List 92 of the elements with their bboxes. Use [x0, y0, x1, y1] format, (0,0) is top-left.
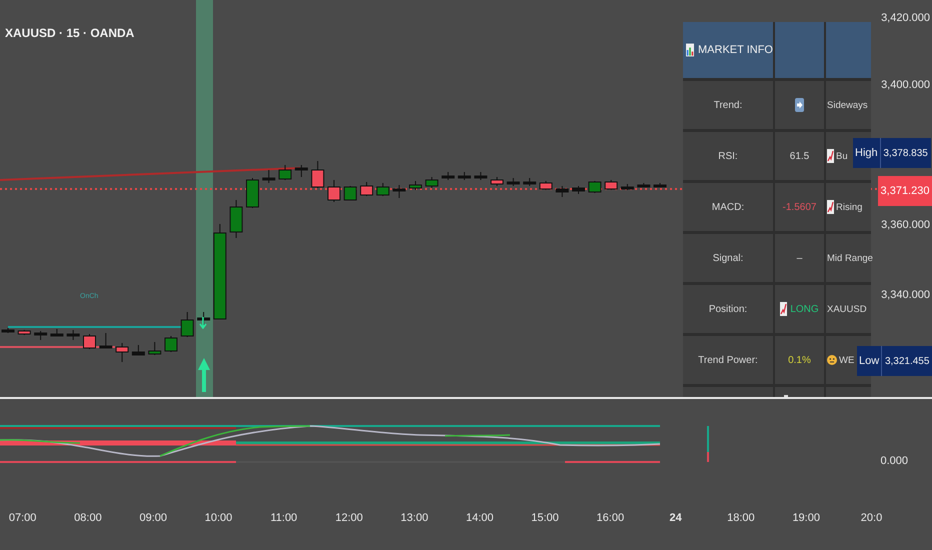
candlestick — [132, 344, 145, 356]
table-cell: 0.1% — [788, 354, 811, 366]
candlestick — [409, 180, 422, 190]
table-cell: 61.5 — [790, 150, 810, 162]
price-tick-label: 3,360.000 — [881, 219, 930, 231]
time-tick-label: 19:00 — [791, 512, 821, 524]
candlestick — [2, 328, 14, 334]
time-tick-label: 18:00 — [726, 512, 756, 524]
candlestick — [246, 178, 259, 208]
candlestick — [83, 334, 96, 350]
table-cell-background — [775, 387, 824, 397]
candlestick — [572, 186, 585, 194]
table-cell: Position: — [683, 285, 773, 333]
symbol-title: XAUUSD · 15 · OANDA — [5, 26, 134, 40]
price-tick-label: 3,400.000 — [881, 79, 930, 91]
time-tick-label: 08:00 — [73, 512, 103, 524]
candlestick — [588, 180, 602, 194]
candlestick — [278, 164, 292, 180]
down-arrow-icon — [199, 317, 207, 329]
candlestick — [604, 180, 618, 190]
table-header-cell — [775, 22, 824, 78]
candlestick — [180, 312, 194, 338]
indicator-tick-label: 0.000 — [880, 455, 908, 467]
candlestick — [328, 180, 340, 202]
table-cell: Signal: — [683, 234, 773, 282]
candlestick — [506, 178, 520, 186]
candlestick — [311, 160, 324, 188]
table-cell: XAUUSD — [827, 304, 867, 314]
candlestick — [458, 172, 471, 180]
table-cell: Trend: — [683, 81, 773, 129]
table-cell: -1.5607 — [782, 202, 816, 212]
neutral-face-icon — [827, 355, 837, 365]
candlestick — [116, 342, 129, 362]
table-cell: Trend Power: — [683, 336, 773, 384]
time-tick-label: 12:00 — [334, 512, 364, 524]
table-cell: RSI: — [683, 132, 773, 180]
table-cell: WE — [839, 354, 854, 366]
table-cell: – — [796, 252, 802, 264]
candlestick — [164, 336, 178, 352]
price-tick-label: 3,420.000 — [881, 12, 930, 24]
table-cell: MACD: — [683, 183, 773, 231]
up-arrow-icon — [198, 358, 210, 392]
candlestick — [637, 182, 650, 188]
candlestick — [425, 176, 438, 188]
low-price-label: Low — [857, 346, 882, 376]
candlestick — [490, 176, 504, 186]
chart-icon — [780, 302, 788, 316]
candlestick — [474, 172, 488, 180]
time-tick-label: 10:00 — [204, 512, 234, 524]
candlestick — [50, 328, 64, 336]
time-tick-label: 15:00 — [530, 512, 560, 524]
chart-icon — [827, 200, 834, 214]
candlestick — [539, 180, 552, 190]
candlestick — [230, 200, 243, 238]
candlestick — [620, 184, 634, 190]
chart-icon — [827, 149, 834, 163]
candlestick — [360, 182, 374, 196]
candlestick — [294, 164, 308, 178]
time-tick-label: 24 — [668, 512, 683, 524]
time-tick-label: 14:00 — [464, 512, 494, 524]
candlestick — [442, 172, 455, 180]
time-tick-label: 07:00 — [8, 512, 38, 524]
table-cell: Sideways — [827, 100, 868, 110]
candlestick — [99, 332, 112, 348]
time-tick-label: 09:00 — [138, 512, 168, 524]
candlestick — [34, 330, 48, 340]
bar-chart-icon — [686, 42, 694, 58]
candlestick — [654, 182, 666, 188]
time-tick-label: 16:00 — [596, 512, 626, 524]
table-cell: Mid Range — [827, 252, 873, 264]
table-title: MARKET INFO — [698, 44, 773, 56]
current-price-label: 3,371.230 — [878, 176, 932, 206]
time-tick-label: 20:0 — [860, 512, 884, 524]
time-tick-label: 11:00 — [269, 512, 298, 524]
candlestick — [556, 186, 569, 198]
candlestick — [376, 182, 390, 196]
candlestick — [148, 342, 162, 356]
table-header-cell — [826, 22, 871, 78]
high-price-value: 3,378.835 — [880, 138, 931, 168]
table-cell: Bu — [836, 150, 848, 162]
low-price-value: 3,321.455 — [882, 346, 932, 376]
candlestick — [262, 170, 276, 184]
price-tick-label: 3,340.000 — [881, 289, 930, 301]
candlestick — [392, 184, 406, 198]
candlestick — [18, 330, 31, 336]
time-tick-label: 13:00 — [400, 512, 430, 524]
table-cell: LONG — [790, 304, 819, 314]
candlestick — [66, 330, 80, 340]
candlestick — [523, 178, 536, 186]
candlestick — [344, 186, 357, 200]
table-cell: Rising — [836, 202, 862, 212]
high-price-label: High — [853, 138, 881, 168]
